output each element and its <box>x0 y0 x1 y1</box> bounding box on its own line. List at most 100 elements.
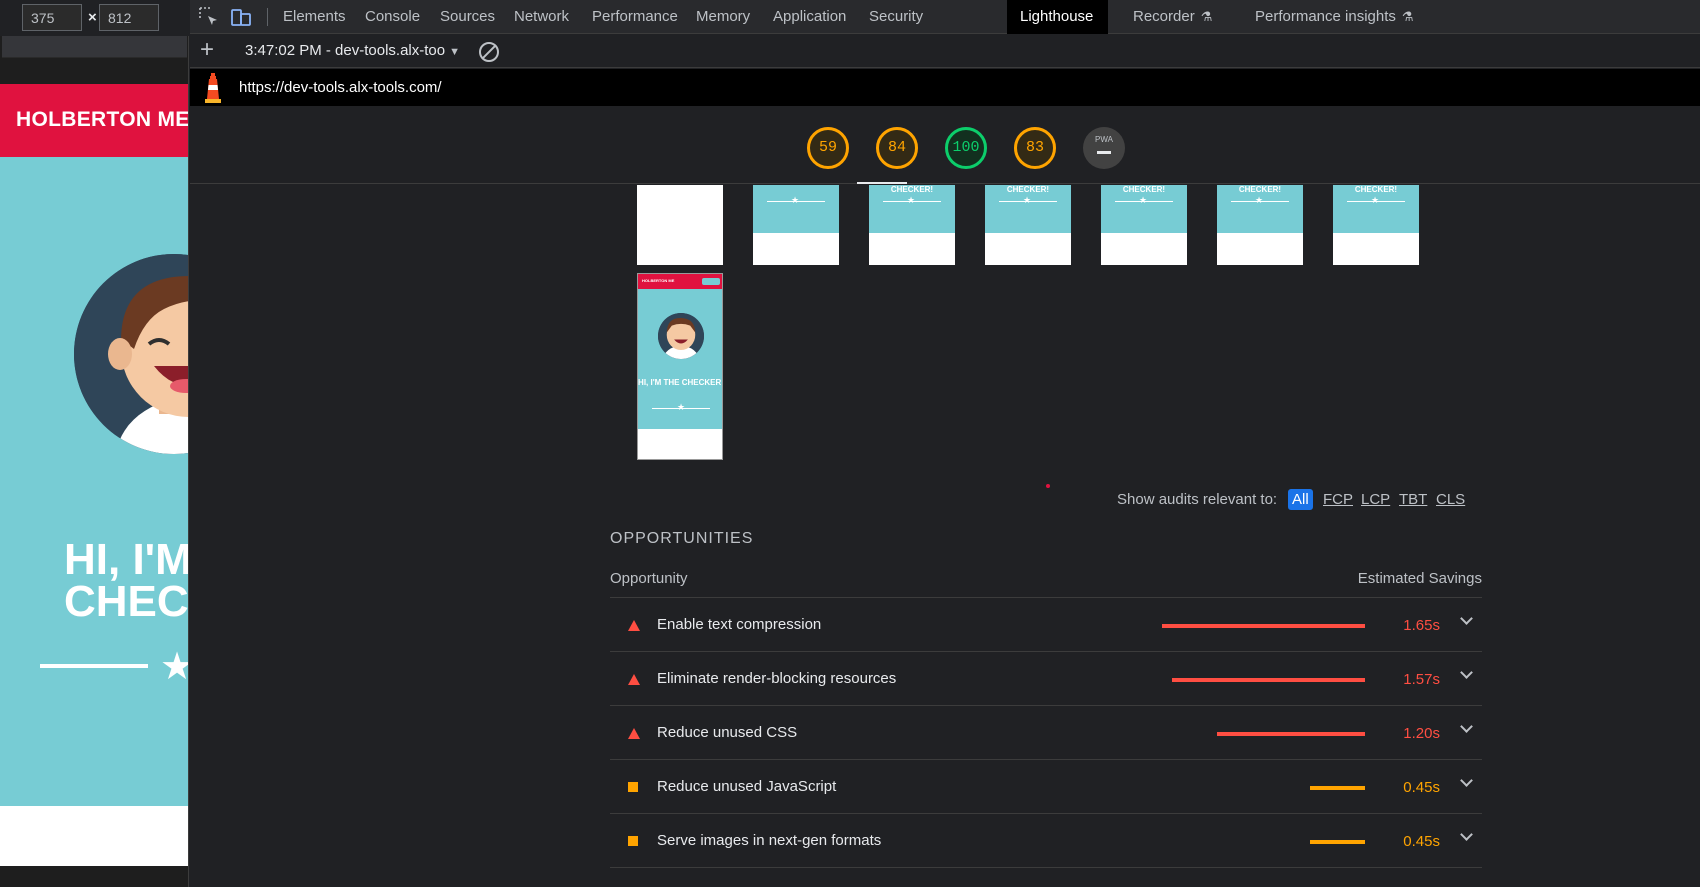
tab-recorder[interactable]: Recorder ⚗ <box>1120 0 1225 34</box>
final-screenshot[interactable]: HOLBERTON ME HI, I'M THE CHECKER! ★ <box>637 273 723 460</box>
performance-score: 59 <box>818 139 837 156</box>
device-height-input[interactable] <box>99 4 159 31</box>
final-screenshot-hero: HI, I'M THE CHECKER! ★ <box>638 289 723 429</box>
hero-title-line2: CHEC <box>64 577 188 626</box>
opportunity-title: Enable text compression <box>657 616 822 633</box>
chevron-down-icon[interactable] <box>1460 612 1473 625</box>
device-dimensions-bar: × <box>0 0 189 36</box>
accessibility-score: 84 <box>887 139 906 156</box>
savings-value: 0.45s <box>1403 779 1440 796</box>
inspect-element-icon[interactable] <box>198 6 220 28</box>
best-practices-score-gauge[interactable]: 100 <box>945 127 987 169</box>
viewport-bottom-section <box>0 806 188 866</box>
device-width-input[interactable] <box>22 4 82 31</box>
tab-memory[interactable]: Memory <box>683 0 763 34</box>
report-selector-label: 3:47:02 PM - dev-tools.alx-too <box>245 42 446 59</box>
star-icon: ★ <box>1139 195 1148 205</box>
star-icon: ★ <box>1255 195 1264 205</box>
best-practices-score: 100 <box>952 139 980 156</box>
chevron-down-icon[interactable] <box>1460 774 1473 787</box>
report-selector[interactable]: 3:47:02 PM - dev-tools.alx-too ▼ <box>245 42 460 59</box>
opportunity-title: Reduce unused JavaScript <box>657 778 837 795</box>
opportunity-row[interactable]: Reduce unused CSS 1.20s <box>610 705 1482 763</box>
opportunity-row[interactable]: Serve images in next-gen formats 0.45s <box>610 813 1482 871</box>
final-screenshot-header: HOLBERTON ME <box>638 274 722 289</box>
toolbar-divider <box>267 8 268 26</box>
opportunities-heading: OPPORTUNITIES <box>610 530 754 547</box>
opportunity-title: Reduce unused CSS <box>657 724 798 741</box>
tab-lighthouse[interactable]: Lighthouse <box>1007 0 1108 34</box>
dropdown-caret-icon: ▼ <box>449 46 460 58</box>
frame-text: CHECKER! <box>1006 185 1050 194</box>
opportunity-row[interactable]: Reduce unused JavaScript 0.45s <box>610 759 1482 817</box>
filmstrip-frame: CHECKER! ★ <box>869 185 955 265</box>
final-screenshot-title: HI, I'M THE CHECKER! <box>638 378 723 387</box>
savings-bar <box>1172 678 1365 682</box>
score-gauges: 59 84 100 83 PWA <box>190 107 1700 184</box>
chevron-down-icon[interactable] <box>1460 666 1473 679</box>
clear-reports-icon[interactable] <box>479 42 499 62</box>
opportunity-title: Serve images in next-gen formats <box>657 832 882 849</box>
savings-value: 1.57s <box>1403 671 1440 688</box>
new-report-plus-icon[interactable]: + <box>200 37 214 63</box>
tab-performance[interactable]: Performance <box>579 0 691 34</box>
frame-text: CHECKER! <box>890 185 934 194</box>
opportunity-row[interactable]: Eliminate render-blocking resources 1.57… <box>610 651 1482 709</box>
fail-triangle-icon <box>628 728 640 739</box>
star-icon: ★ <box>677 402 686 412</box>
fail-triangle-icon <box>628 620 640 631</box>
tab-performance-insights-label: Performance insights <box>1255 8 1396 25</box>
device-preview: × HOLBERTON ME <box>0 0 189 887</box>
tab-sources[interactable]: Sources <box>427 0 508 34</box>
pwa-score-gauge[interactable]: PWA <box>1083 127 1125 169</box>
chevron-down-icon[interactable] <box>1460 828 1473 841</box>
pwa-dash-icon <box>1097 151 1111 154</box>
lighthouse-report: ★ CHECKER! ★ CHECKER! ★ CHECKER! ★ CHECKER!… <box>190 185 1700 887</box>
report-url-bar: https://dev-tools.alx-tools.com/ <box>190 69 1700 106</box>
average-square-icon <box>628 782 638 792</box>
final-screenshot-button <box>702 278 720 285</box>
frame-hero <box>753 185 839 233</box>
device-viewport[interactable]: HOLBERTON ME HI, I'M CHEC ★ <box>0 84 188 866</box>
chevron-down-icon[interactable] <box>1460 720 1473 733</box>
accessibility-score-gauge[interactable]: 84 <box>876 127 918 169</box>
tab-recorder-label: Recorder <box>1133 8 1195 25</box>
savings-column-header: Estimated Savings <box>1357 570 1482 587</box>
tab-network[interactable]: Network <box>501 0 582 34</box>
filter-tbt-button[interactable]: TBT <box>1395 489 1431 510</box>
filter-fcp-button[interactable]: FCP <box>1319 489 1357 510</box>
tab-elements[interactable]: Elements <box>270 0 359 34</box>
dimension-separator: × <box>88 9 97 26</box>
report-url[interactable]: https://dev-tools.alx-tools.com/ <box>239 79 442 96</box>
fail-triangle-icon <box>628 674 640 685</box>
filter-all-button[interactable]: All <box>1288 489 1313 510</box>
frame-text: CHECKER! <box>1238 185 1282 194</box>
tab-console[interactable]: Console <box>352 0 433 34</box>
devtools-window: × HOLBERTON ME <box>0 0 1700 887</box>
red-dot-marker <box>1046 484 1050 488</box>
audit-filter-label: Show audits relevant to: <box>1117 491 1278 508</box>
frame-text: CHECKER! <box>1122 185 1166 194</box>
filmstrip-frame: CHECKER! ★ <box>1101 185 1187 265</box>
savings-value: 1.65s <box>1403 617 1440 634</box>
tab-application[interactable]: Application <box>760 0 859 34</box>
tab-security[interactable]: Security <box>856 0 936 34</box>
opportunity-row[interactable]: Enable text compression 1.65s <box>610 597 1482 655</box>
savings-value: 1.20s <box>1403 725 1440 742</box>
filter-cls-button[interactable]: CLS <box>1432 489 1469 510</box>
media-query-ruler[interactable] <box>2 36 187 58</box>
pwa-badge-label: PWA <box>1095 135 1113 144</box>
hero-title-line1: HI, I'M <box>64 535 188 584</box>
experimental-flask-icon: ⚗ <box>1200 9 1213 24</box>
site-header: HOLBERTON ME <box>0 84 188 157</box>
final-screenshot-logo: HOLBERTON ME <box>642 278 675 283</box>
filmstrip-frame: CHECKER! ★ <box>1333 185 1419 265</box>
performance-score-gauge[interactable]: 59 <box>807 127 849 169</box>
filter-lcp-button[interactable]: LCP <box>1357 489 1394 510</box>
savings-bar <box>1310 840 1365 844</box>
avatar-illustration <box>658 313 704 359</box>
tab-performance-insights[interactable]: Performance insights ⚗ <box>1242 0 1427 34</box>
seo-score-gauge[interactable]: 83 <box>1014 127 1056 169</box>
hero-divider <box>40 664 148 668</box>
device-toolbar-icon[interactable] <box>230 6 252 28</box>
